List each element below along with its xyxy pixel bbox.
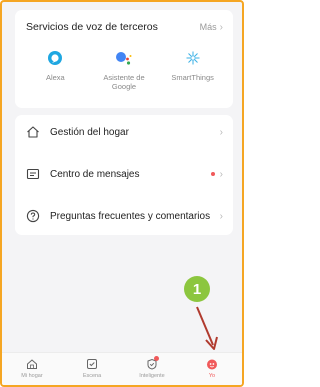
- tab-badge: [154, 356, 159, 361]
- bottom-tab-bar: Mi hogar Escena Inteligente Yo: [2, 352, 242, 385]
- home-icon: [25, 124, 41, 140]
- tab-smart[interactable]: Inteligente: [127, 353, 177, 379]
- alexa-icon: [22, 48, 88, 68]
- service-label: Alexa: [45, 73, 65, 82]
- service-label: Asistente de Google: [103, 73, 145, 91]
- home-tab-icon: [7, 357, 57, 371]
- more-link[interactable]: Más ›: [200, 22, 223, 33]
- voice-services-title: Servicios de voz de terceros: [26, 21, 158, 33]
- arrow-icon: [196, 306, 218, 350]
- service-label: SmartThings: [171, 73, 214, 82]
- tab-label: Inteligente: [139, 373, 165, 379]
- menu-item-label: Preguntas frecuentes y comentarios: [50, 210, 211, 222]
- smart-icon: [127, 357, 177, 371]
- tab-label: Yo: [208, 373, 216, 379]
- me-icon: [187, 357, 237, 371]
- tab-scene[interactable]: Escena: [67, 353, 117, 379]
- voice-services-card: Servicios de voz de terceros Más › Alexa: [15, 10, 233, 108]
- menu-item-home-management[interactable]: Gestión del hogar ›: [25, 121, 223, 143]
- chevron-right-icon: ›: [219, 126, 223, 138]
- scene-icon: [67, 357, 117, 371]
- tab-label: Mi hogar: [21, 373, 43, 379]
- chevron-right-icon: ›: [219, 21, 223, 33]
- more-label: Más: [199, 22, 217, 32]
- menu-card: Gestión del hogar › Centro de mensajes ›: [15, 115, 233, 235]
- step-callout: 1: [184, 276, 210, 302]
- service-google-assistant[interactable]: Asistente de Google: [91, 48, 157, 91]
- voice-services-list: Alexa Asistente de Google SmartThings: [15, 48, 233, 91]
- chevron-right-icon: ›: [219, 168, 223, 180]
- chevron-right-icon: ›: [219, 210, 223, 222]
- voice-services-header[interactable]: Servicios de voz de terceros Más ›: [26, 19, 223, 35]
- question-icon: [25, 208, 41, 224]
- menu-item-message-center[interactable]: Centro de mensajes ›: [25, 163, 223, 185]
- menu-item-label: Gestión del hogar: [50, 126, 129, 138]
- smartthings-icon: [160, 48, 226, 68]
- app-screen: Servicios de voz de terceros Más › Alexa: [0, 0, 244, 387]
- notification-dot: [210, 172, 215, 176]
- menu-item-label: Centro de mensajes: [50, 168, 140, 180]
- message-icon: [25, 166, 41, 182]
- service-alexa[interactable]: Alexa: [22, 48, 88, 91]
- tab-label: Escena: [82, 373, 102, 379]
- google-assistant-icon: [91, 48, 157, 68]
- service-smartthings[interactable]: SmartThings: [160, 48, 226, 91]
- menu-item-faq-feedback[interactable]: Preguntas frecuentes y comentarios ›: [25, 205, 223, 227]
- tab-me[interactable]: Yo: [187, 353, 237, 379]
- tab-my-home[interactable]: Mi hogar: [7, 353, 57, 379]
